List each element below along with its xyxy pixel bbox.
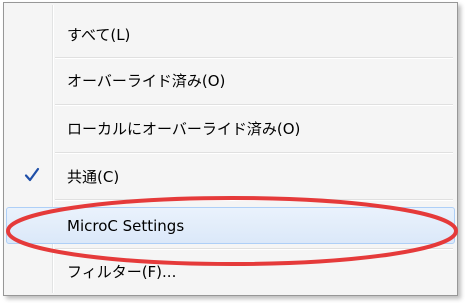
menu-item-label: ローカルにオーバーライド済み(O) <box>67 119 301 138</box>
menu-separator <box>55 199 453 201</box>
check-icon <box>24 167 40 182</box>
menu-item-label: MicroC Settings <box>67 216 185 235</box>
menu-item-common[interactable]: 共通(C) <box>6 158 455 194</box>
menu-item-overridden[interactable]: オーバーライド済み(O) <box>6 62 455 98</box>
menu-separator <box>55 104 453 106</box>
menu-separator <box>55 152 453 154</box>
menu-item-label: 共通(C) <box>67 167 120 186</box>
menu-item-locally-overridden[interactable]: ローカルにオーバーライド済み(O) <box>6 110 455 146</box>
menu-item-all[interactable]: すべて(L) <box>6 16 455 52</box>
context-menu: すべて(L) オーバーライド済み(O) ローカルにオーバーライド済み(O) 共通… <box>3 2 458 296</box>
menu-item-filter[interactable]: フィルター(F)... <box>6 253 455 289</box>
menu-item-label: すべて(L) <box>67 25 131 44</box>
menu-item-label: フィルター(F)... <box>67 262 177 281</box>
menu-item-label: オーバーライド済み(O) <box>67 71 226 90</box>
menu-separator <box>55 57 453 59</box>
menu-separator <box>55 248 453 250</box>
menu-item-microc-settings[interactable]: MicroC Settings <box>6 207 455 244</box>
